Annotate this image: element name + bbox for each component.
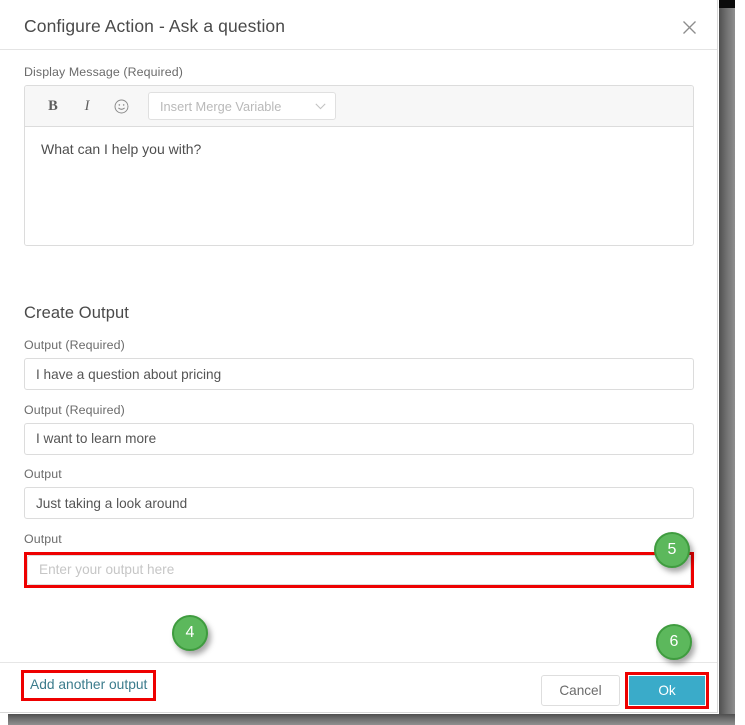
output-input-wrap — [24, 422, 694, 455]
output-input-wrap — [24, 358, 694, 390]
chevron-down-icon — [315, 103, 326, 110]
output-list: Output (Required) Output (Required) Outp… — [24, 338, 694, 600]
output-row: Output (Required) — [24, 403, 694, 455]
rich-text-editor: B I Insert Merge Variable What can I hel… — [24, 85, 694, 246]
dialog-body: Display Message (Required) B I Insert Me… — [0, 50, 717, 701]
output-input-wrap — [24, 487, 694, 519]
editor-toolbar: B I Insert Merge Variable — [25, 86, 693, 127]
configure-action-dialog: Configure Action - Ask a question Displa… — [0, 0, 718, 713]
output-input[interactable] — [24, 422, 694, 455]
insert-merge-variable-select[interactable]: Insert Merge Variable — [148, 92, 336, 120]
callout-badge-6: 6 — [656, 624, 692, 660]
window-shadow-right — [719, 8, 735, 718]
window-shadow-bottom — [8, 714, 735, 725]
bold-button[interactable]: B — [37, 91, 69, 121]
merge-variable-placeholder: Insert Merge Variable — [160, 98, 282, 114]
output-label: Output — [24, 531, 62, 546]
create-output-heading: Create Output — [24, 304, 129, 322]
output-input[interactable] — [24, 358, 694, 390]
output-input[interactable] — [24, 487, 694, 519]
display-message-label: Display Message (Required) — [24, 65, 183, 79]
callout-badge-5: 5 — [654, 532, 690, 568]
close-icon[interactable] — [675, 13, 703, 41]
callout-badge-4: 4 — [172, 615, 208, 651]
cancel-button[interactable]: Cancel — [541, 675, 620, 706]
display-message-textarea[interactable]: What can I help you with? — [25, 127, 693, 245]
output-input-wrap-highlighted — [24, 551, 694, 588]
output-label: Output (Required) — [24, 338, 125, 352]
output-label: Output — [24, 467, 62, 481]
italic-button[interactable]: I — [71, 91, 103, 121]
ok-button[interactable]: Ok — [629, 676, 705, 705]
output-row-highlighted: Output — [24, 532, 694, 588]
output-label: Output (Required) — [24, 402, 125, 417]
output-row: Output (Required) — [24, 338, 694, 390]
smiley-icon[interactable] — [105, 91, 137, 121]
dialog-header: Configure Action - Ask a question — [0, 0, 717, 50]
ok-button-highlight: Ok — [625, 672, 709, 709]
dialog-footer: Cancel Ok — [0, 662, 717, 713]
output-row: Output — [24, 467, 694, 519]
dialog-title: Configure Action - Ask a question — [24, 16, 286, 36]
output-input-empty[interactable] — [27, 554, 691, 585]
display-message-field: Display Message (Required) B I Insert Me… — [24, 65, 694, 246]
